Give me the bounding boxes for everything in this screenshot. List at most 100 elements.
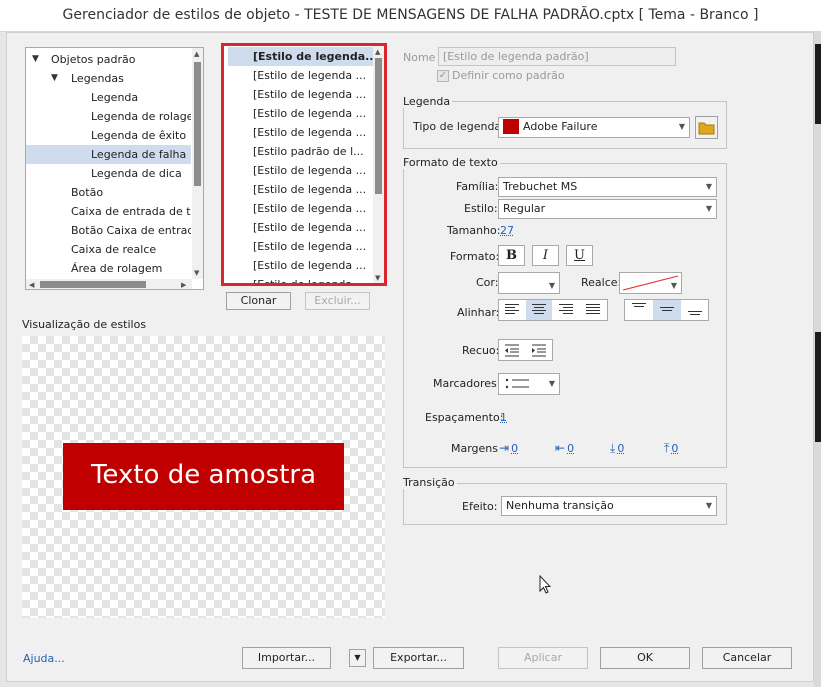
default-checkbox[interactable]: ✓ bbox=[437, 70, 449, 82]
cancel-button[interactable]: Cancelar bbox=[702, 647, 792, 669]
clone-button[interactable]: Clonar bbox=[226, 292, 291, 310]
align-bottom-button[interactable] bbox=[681, 300, 709, 320]
style-list-item[interactable]: [Estilo de legenda ... bbox=[228, 256, 375, 275]
tree-item-botao-caixa-entrada[interactable]: Botão Caixa de entrada bbox=[26, 221, 191, 240]
margin-left-value[interactable]: 0 bbox=[511, 442, 518, 455]
tree-item-legenda-falha[interactable]: Legenda de falha bbox=[26, 145, 191, 164]
align-top-button[interactable] bbox=[625, 300, 653, 320]
import-button[interactable]: Importar... bbox=[242, 647, 331, 669]
scroll-left-icon[interactable]: ◀ bbox=[29, 281, 34, 289]
align-left-button[interactable] bbox=[499, 300, 525, 320]
align-middle-button[interactable] bbox=[653, 300, 681, 320]
align-center-button[interactable] bbox=[526, 300, 552, 320]
tree-item-label: Caixa de realce bbox=[71, 243, 157, 256]
caption-group-title: Legenda bbox=[401, 95, 453, 108]
style-list-item-label: [Estilo de legenda ... bbox=[253, 278, 367, 286]
tree-item-legendas[interactable]: ▼ Legendas bbox=[26, 69, 191, 88]
spacing-value[interactable]: 1 bbox=[500, 411, 507, 424]
scroll-down-icon[interactable]: ▼ bbox=[375, 274, 380, 282]
style-list-item[interactable]: [Estilo de legenda ... bbox=[228, 275, 375, 286]
style-list-scroll-thumb[interactable] bbox=[375, 58, 382, 194]
font-style-label: Estilo: bbox=[464, 202, 498, 215]
style-list-item[interactable]: [Estilo de legenda ... bbox=[228, 104, 375, 123]
folder-button[interactable] bbox=[695, 116, 718, 139]
style-list-item[interactable]: [Estilo de legenda ... bbox=[228, 123, 375, 142]
font-family-select[interactable]: Trebuchet MS ▼ bbox=[498, 177, 717, 197]
tree-item-legenda[interactable]: Legenda bbox=[26, 88, 191, 107]
margin-top-value[interactable]: 0 bbox=[617, 442, 624, 455]
text-color-picker[interactable]: ▼ bbox=[498, 272, 560, 294]
caption-color-swatch bbox=[503, 118, 519, 134]
align-justify-icon bbox=[586, 304, 600, 315]
style-list-scrollbar[interactable]: ▲ ▼ bbox=[373, 46, 384, 283]
margin-top-control[interactable]: ⤓ 0 bbox=[610, 441, 624, 456]
style-list-item[interactable]: [Estilo de legenda ... bbox=[228, 218, 375, 237]
tree-item-botao[interactable]: Botão bbox=[26, 183, 191, 202]
font-family-label: Família: bbox=[456, 180, 499, 193]
scroll-right-icon[interactable]: ▶ bbox=[181, 281, 186, 289]
expand-triangle-icon[interactable]: ▼ bbox=[32, 50, 39, 69]
tree-vscroll-thumb[interactable] bbox=[194, 62, 201, 186]
style-list-item[interactable]: [Estilo de legenda ... bbox=[228, 161, 375, 180]
font-style-select[interactable]: Regular ▼ bbox=[498, 199, 717, 219]
style-list-item[interactable]: [Estilo de legenda ... bbox=[228, 180, 375, 199]
scroll-down-icon[interactable]: ▼ bbox=[194, 269, 199, 277]
style-list-item[interactable]: [Estilo de legenda ... bbox=[228, 66, 375, 85]
font-size-value[interactable]: 27 bbox=[500, 224, 514, 237]
import-options-button[interactable]: ▼ bbox=[349, 649, 366, 667]
caption-type-label: Tipo de legenda: bbox=[413, 120, 505, 133]
style-list-item[interactable]: [Estilo de legenda... bbox=[228, 47, 375, 66]
object-tree[interactable]: ▼ Objetos padrão ▼ Legendas Legenda Lege… bbox=[25, 47, 204, 290]
tree-horizontal-scrollbar[interactable]: ◀ ▶ bbox=[26, 279, 192, 289]
tree-item-area-rolagem[interactable]: Área de rolagem bbox=[26, 259, 191, 278]
tree-item-legenda-rolagem[interactable]: Legenda de rolagem bbox=[26, 107, 191, 126]
caption-type-select[interactable]: Adobe Failure ▼ bbox=[498, 117, 690, 138]
apply-button[interactable]: Aplicar bbox=[498, 647, 588, 669]
name-field[interactable]: [Estilo de legenda padrão] bbox=[438, 47, 676, 66]
margin-right-icon: ⇤ bbox=[555, 441, 566, 455]
scroll-up-icon[interactable]: ▲ bbox=[375, 48, 380, 56]
style-list-item-label: [Estilo de legenda... bbox=[253, 50, 375, 63]
style-list-item[interactable]: [Estilo padrão de l... bbox=[228, 142, 375, 161]
margin-left-control[interactable]: ⇥ 0 bbox=[499, 441, 518, 455]
align-justify-button[interactable] bbox=[580, 300, 606, 320]
decrease-indent-button[interactable] bbox=[499, 340, 525, 360]
style-list[interactable]: [Estilo de legenda... [Estilo de legenda… bbox=[221, 43, 387, 286]
underline-button[interactable]: U bbox=[566, 245, 593, 266]
ok-button[interactable]: OK bbox=[600, 647, 690, 669]
expand-triangle-icon[interactable]: ▼ bbox=[51, 69, 58, 88]
margin-right-value[interactable]: 0 bbox=[567, 442, 574, 455]
margins-label: Margens bbox=[451, 442, 499, 455]
increase-indent-button[interactable] bbox=[526, 340, 552, 360]
align-middle-icon bbox=[660, 307, 674, 318]
tree-vertical-scrollbar[interactable]: ▲ ▼ bbox=[192, 48, 203, 279]
effect-select[interactable]: Nenhuma transição ▼ bbox=[501, 496, 717, 516]
italic-button[interactable]: I bbox=[532, 245, 559, 266]
name-label: Nome bbox=[403, 51, 436, 64]
bold-button[interactable]: B bbox=[498, 245, 525, 266]
bullets-select[interactable]: ▼ bbox=[498, 373, 560, 395]
style-list-item[interactable]: [Estilo de legenda ... bbox=[228, 237, 375, 256]
scroll-up-icon[interactable]: ▲ bbox=[194, 50, 199, 58]
tree-item-caixa-entrada-texto[interactable]: Caixa de entrada de texto bbox=[26, 202, 191, 221]
highlight-color-picker[interactable]: ▼ bbox=[619, 272, 682, 294]
margin-bottom-control[interactable]: ⤒ 0 bbox=[664, 441, 678, 456]
style-list-item[interactable]: [Estilo de legenda ... bbox=[228, 85, 375, 104]
preview-title: Visualização de estilos bbox=[22, 318, 147, 331]
margin-bottom-value[interactable]: 0 bbox=[671, 442, 678, 455]
tree-item-legenda-dica[interactable]: Legenda de dica bbox=[26, 164, 191, 183]
align-top-icon bbox=[632, 303, 646, 314]
margin-right-control[interactable]: ⇤ 0 bbox=[555, 441, 574, 455]
text-format-group-title: Formato de texto bbox=[401, 156, 500, 169]
align-right-button[interactable] bbox=[553, 300, 579, 320]
style-list-item-label: [Estilo de legenda ... bbox=[253, 69, 367, 82]
delete-button[interactable]: Excluir... bbox=[305, 292, 370, 310]
tree-hscroll-thumb[interactable] bbox=[40, 281, 146, 288]
help-link[interactable]: Ajuda... bbox=[23, 652, 65, 665]
tree-item-caixa-realce[interactable]: Caixa de realce bbox=[26, 240, 191, 259]
tree-item-objetos-padrao[interactable]: ▼ Objetos padrão bbox=[26, 50, 191, 69]
font-family-value: Trebuchet MS bbox=[503, 180, 578, 193]
tree-item-legenda-exito[interactable]: Legenda de êxito bbox=[26, 126, 191, 145]
export-button[interactable]: Exportar... bbox=[373, 647, 464, 669]
style-list-item[interactable]: [Estilo de legenda ... bbox=[228, 199, 375, 218]
